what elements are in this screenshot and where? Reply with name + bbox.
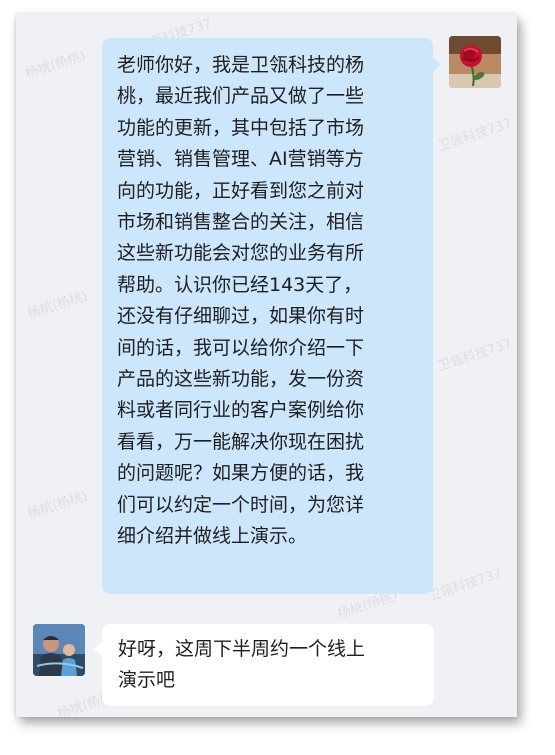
chat-window: 杨桃(杨桃) 卫瓴科技737 卫瓴科技737 杨桃(杨桃) 卫瓴科技737 杨桃…	[16, 14, 517, 717]
watermark-text: 杨桃(杨桃)	[25, 288, 90, 323]
watermark-text: 卫瓴科技737	[436, 116, 514, 155]
watermark-text: 卫瓴科技737	[436, 336, 514, 375]
watermark-text: 杨桃(杨桃)	[25, 488, 90, 523]
watermark-text: 卫瓴科技737	[426, 566, 504, 605]
watermark-text: 杨桃(杨桃)	[23, 48, 88, 83]
outgoing-message-bubble[interactable]: 老师你好，我是卫瓴科技的杨 桃，最近我们产品又做了一些 功能的更新，其中包括了市…	[102, 38, 441, 594]
parent-child-avatar-icon[interactable]	[33, 624, 85, 676]
incoming-message-bubble[interactable]: 好呀，这周下半周约一个线上 演示吧	[94, 624, 434, 706]
rose-avatar-icon[interactable]	[449, 36, 501, 88]
